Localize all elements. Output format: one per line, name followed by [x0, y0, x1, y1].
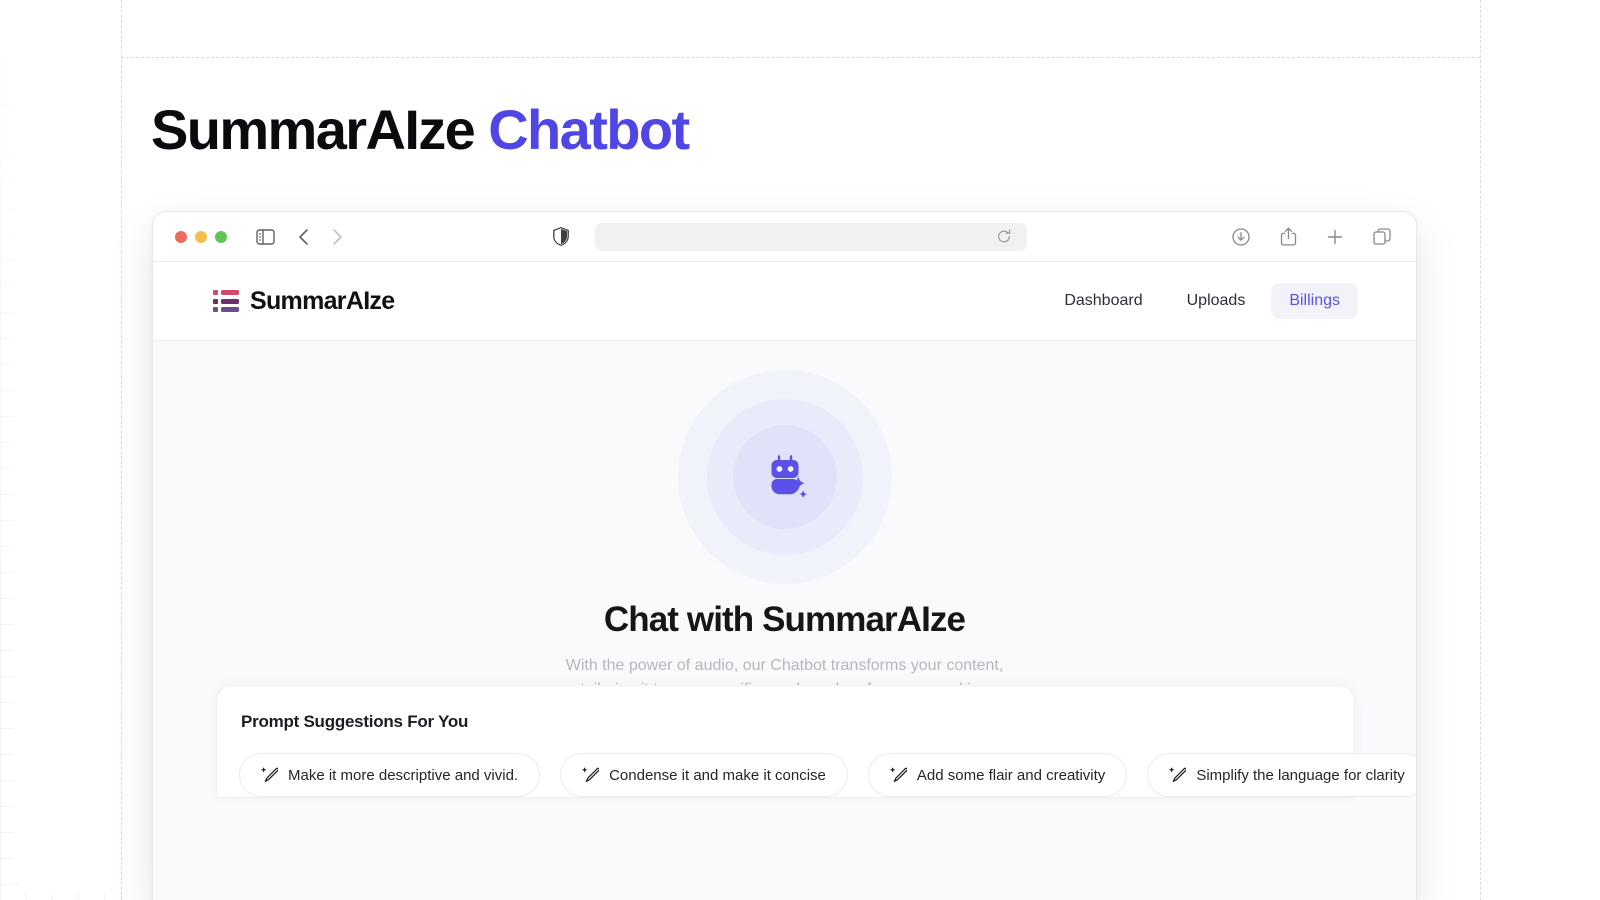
toolbar-right-actions — [1227, 223, 1396, 251]
minimize-window-button[interactable] — [195, 230, 207, 243]
chevron-left-icon[interactable] — [289, 223, 317, 251]
prompt-suggestions-title: Prompt Suggestions For You — [241, 712, 469, 731]
navigation-arrows — [289, 223, 351, 251]
browser-toolbar — [153, 212, 1416, 262]
halo-ring-middle — [706, 399, 863, 555]
chevron-right-icon[interactable] — [323, 223, 351, 251]
app-navbar: SummarAIze Dashboard Uploads Billings — [153, 262, 1416, 341]
prompt-chip-flair[interactable]: Add some flair and creativity — [867, 753, 1128, 797]
traffic-lights — [175, 230, 227, 243]
prompt-suggestions-list: Make it more descriptive and vivid. Cond… — [239, 753, 1416, 797]
magic-wand-icon — [890, 767, 907, 782]
page-title-accent: Chatbot — [488, 98, 690, 161]
download-icon[interactable] — [1227, 223, 1255, 251]
brand[interactable]: SummarAIze — [213, 286, 395, 316]
prompt-chip-condense[interactable]: Condense it and make it concise — [560, 753, 848, 797]
browser-window: SummarAIze Dashboard Uploads Billings Ch… — [152, 211, 1417, 900]
magic-wand-icon — [582, 767, 600, 782]
page-title: SummarAIze Chatbot — [151, 96, 690, 163]
page-title-main: SummarAIze — [151, 98, 476, 161]
sidebar-icon[interactable] — [251, 223, 279, 251]
chat-empty-state: Chat with SummarAIze With the power of a… — [153, 341, 1416, 900]
nav-item-uploads[interactable]: Uploads — [1169, 283, 1264, 319]
shield-icon[interactable] — [547, 223, 575, 251]
close-window-button[interactable] — [175, 230, 187, 243]
prompt-chip-label: Condense it and make it concise — [609, 766, 826, 784]
tab-overview-icon[interactable] — [1368, 223, 1396, 251]
nav-links: Dashboard Uploads Billings — [1046, 283, 1358, 319]
prompt-chip-label: Make it more descriptive and vivid. — [288, 766, 519, 784]
prompt-chip-descriptive[interactable]: Make it more descriptive and vivid. — [239, 753, 541, 797]
prompt-chip-label: Simplify the language for clarity — [1196, 766, 1405, 784]
address-bar[interactable] — [595, 222, 1027, 251]
magic-wand-icon — [1169, 767, 1187, 782]
halo-ring-inner — [732, 425, 837, 529]
brand-name: SummarAIze — [250, 286, 395, 315]
robot-sparkle-icon — [771, 455, 807, 498]
plus-icon[interactable] — [1321, 223, 1349, 251]
prompt-chip-label: Add some flair and creativity — [916, 766, 1106, 784]
guide-line-left — [121, 0, 122, 900]
reload-icon[interactable] — [990, 223, 1018, 251]
logo-icon — [213, 290, 239, 312]
guide-line-top — [121, 57, 1480, 58]
zoom-window-button[interactable] — [215, 230, 227, 243]
halo-ring-outer — [677, 370, 892, 584]
nav-item-dashboard[interactable]: Dashboard — [1046, 283, 1160, 319]
prompt-chip-simplify[interactable]: Simplify the language for clarity — [1147, 753, 1416, 797]
magic-wand-icon — [261, 767, 278, 782]
prompt-suggestions-card: Prompt Suggestions For You Make it more … — [216, 685, 1416, 798]
share-icon[interactable] — [1274, 223, 1302, 251]
nav-item-billings[interactable]: Billings — [1271, 283, 1358, 319]
empty-state-title: Chat with SummarAIze — [603, 600, 966, 639]
guide-line-right — [1480, 0, 1481, 900]
